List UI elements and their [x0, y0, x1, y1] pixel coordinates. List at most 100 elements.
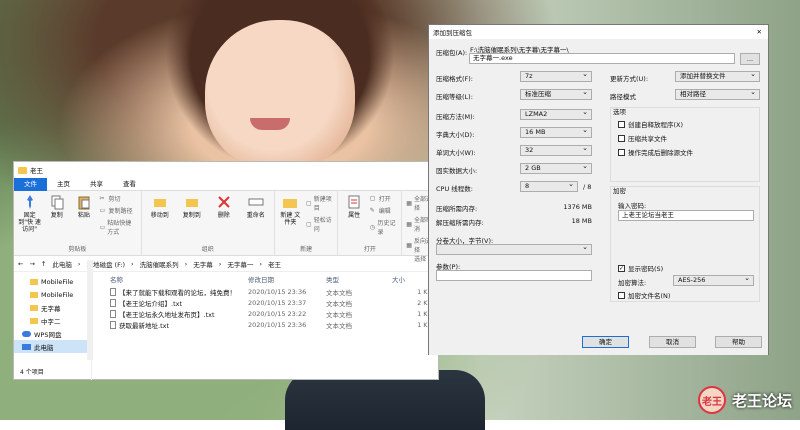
up-arrow-icon[interactable]: ↑	[41, 260, 46, 268]
paste-shortcut-button[interactable]: ▭ 粘贴快捷方式	[99, 218, 136, 236]
encrypt-method-select[interactable]: AES-256	[673, 274, 754, 286]
folder-icon	[30, 317, 38, 324]
file-row[interactable]: 【老王论坛介绍】.txt 2020/10/15 23:37 文本文档 2 KB	[110, 297, 438, 308]
move-to-button[interactable]: 移动到	[146, 194, 174, 219]
properties-button[interactable]: 属性	[342, 194, 365, 236]
encrypt-method-label: 加密算法:	[618, 279, 647, 287]
file-row[interactable]: 【来了就能下载和观看的论坛，纯免费！ 2020/10/15 23:36 文本文档…	[110, 286, 438, 297]
nav-item-wps-drive[interactable]: WPS网盘	[14, 327, 91, 340]
shared-files-checkbox[interactable]: 压缩共享文件	[618, 133, 667, 143]
method-select[interactable]: LZMA2	[520, 108, 592, 120]
ok-button[interactable]: 确定	[582, 336, 629, 348]
folder-icon	[18, 166, 27, 174]
address-bar[interactable]: ← → ↑ 此电脑 › 本地磁盘 (F:) › 洗脑催眠系列 › 无字幕 › 无字幕一 ›…	[14, 256, 438, 272]
dict-label: 字典大小(D):	[436, 131, 475, 139]
column-type[interactable]: 类型	[326, 274, 392, 284]
password-label: 输入密码:	[618, 202, 647, 210]
browse-button[interactable]: ...	[740, 53, 760, 65]
nav-item-chinese-sub[interactable]: 中字二	[14, 314, 91, 327]
rename-button[interactable]: 重命名	[242, 194, 270, 219]
nav-item-this-pc[interactable]: 此电脑	[14, 340, 91, 353]
column-date[interactable]: 修改日期	[248, 274, 326, 284]
text-file-icon	[110, 298, 116, 307]
level-select[interactable]: 标准压缩	[520, 88, 592, 100]
breadcrumb-pc[interactable]: 此电脑	[52, 259, 72, 269]
copy-path-button[interactable]: ▭ 复制路径	[99, 206, 136, 215]
file-list: 名称 修改日期 类型 大小 【来了就能下载和观看的论坛，纯免费！ 2020/10…	[92, 272, 438, 380]
photo-face	[205, 20, 355, 170]
folder-icon	[30, 278, 38, 285]
show-password-checkbox[interactable]: ✓ 显示密码(S)	[618, 263, 663, 273]
options-group: 选项 创建自释放程序(X) 压缩共享文件 操作完成后删除源文件	[610, 107, 760, 182]
nav-item-mobilefile-2[interactable]: MobileFile	[14, 288, 91, 301]
format-select[interactable]: 7z	[520, 70, 592, 82]
word-select[interactable]: 32	[520, 144, 592, 156]
sfx-checkbox[interactable]: 创建自释放程序(X)	[618, 119, 683, 129]
tab-view[interactable]: 查看	[113, 178, 146, 191]
copy-button[interactable]: 复制	[45, 194, 68, 236]
new-folder-button[interactable]: 新建 文件夹	[279, 194, 302, 233]
mem-compress-label: 压缩所需内存:	[436, 205, 478, 213]
archive-name-input[interactable]: 无字幕一.exe	[469, 53, 735, 64]
tab-home[interactable]: 主页	[47, 178, 80, 191]
path-label: 路径模式	[610, 93, 636, 101]
threads-label: CPU 线程数:	[436, 185, 473, 193]
text-file-icon	[110, 320, 116, 329]
breadcrumb-nosub-one[interactable]: 无字幕一	[227, 259, 253, 269]
forum-logo-icon: 老王	[697, 386, 726, 414]
column-name[interactable]: 名称	[110, 274, 248, 284]
open-button[interactable]: ▢ 打开	[370, 194, 397, 203]
new-item-icon: ▢	[306, 199, 312, 207]
encryption-title: 加密	[613, 187, 626, 195]
split-select[interactable]	[436, 243, 592, 255]
select-all-icon: ▦	[406, 199, 412, 207]
invert-selection-icon: ▦	[406, 241, 412, 249]
nav-item-nosub[interactable]: 无字幕	[14, 301, 91, 314]
new-item-button[interactable]: ▢ 新建项目	[306, 194, 333, 212]
text-file-icon	[110, 287, 116, 296]
archive-label: 压缩包(A):	[436, 49, 468, 57]
navigation-scrollbar[interactable]	[87, 260, 93, 360]
back-arrow-icon[interactable]: ←	[18, 260, 23, 268]
file-row[interactable]: 获取最新地址.txt 2020/10/15 23:36 文本文档 1 KB	[110, 319, 438, 330]
easy-access-button[interactable]: ▢ 轻松访问	[306, 215, 333, 233]
password-input[interactable]: 上老王论坛当老王	[618, 210, 754, 221]
path-select[interactable]: 相对路径	[675, 88, 760, 100]
pin-quick-access-button[interactable]: 固定到"快 速访问"	[18, 194, 41, 236]
format-label: 压缩格式(F):	[436, 75, 474, 83]
copy-icon	[51, 195, 64, 210]
properties-icon	[348, 195, 360, 209]
breadcrumb-laowang[interactable]: 老王	[268, 259, 281, 269]
solid-label: 固实数据大小:	[436, 167, 478, 175]
breadcrumb-series[interactable]: 洗脑催眠系列	[140, 259, 179, 269]
tab-share[interactable]: 共享	[80, 178, 113, 191]
move-icon	[153, 199, 166, 207]
update-select[interactable]: 添加并替换文件	[675, 70, 760, 82]
cancel-button[interactable]: 取消	[649, 336, 696, 348]
column-size[interactable]: 大小	[392, 274, 432, 284]
help-button[interactable]: 帮助	[715, 336, 762, 348]
threads-select[interactable]: 8	[520, 180, 578, 192]
tab-file[interactable]: 文件	[14, 177, 47, 191]
forward-arrow-icon[interactable]: →	[29, 260, 34, 268]
solid-select[interactable]: 2 GB	[520, 162, 592, 174]
breadcrumb-nosub[interactable]: 无字幕	[193, 259, 213, 269]
encrypt-names-checkbox[interactable]: 加密文件名(N)	[618, 290, 670, 300]
cut-button[interactable]: ✂ 剪切	[99, 194, 136, 203]
edit-button[interactable]: ✎ 编辑	[370, 206, 397, 215]
dict-select[interactable]: 16 MB	[520, 126, 592, 138]
close-icon[interactable]: ✕	[728, 28, 768, 36]
delete-button[interactable]: 删除	[210, 194, 238, 219]
nav-item-mobilefile[interactable]: MobileFile	[14, 275, 91, 288]
delete-after-checkbox[interactable]: 操作完成后删除源文件	[618, 147, 693, 157]
history-button[interactable]: ◷ 历史记录	[370, 218, 397, 236]
copy-to-button[interactable]: 复制到	[178, 194, 206, 219]
new-folder-icon	[283, 199, 298, 208]
options-title: 选项	[613, 108, 626, 116]
file-row[interactable]: 【老王论坛永久地址发布页】.txt 2020/10/15 23:22 文本文档 …	[110, 308, 438, 319]
status-bar: 4 个项目	[20, 369, 44, 376]
params-input[interactable]	[436, 270, 592, 281]
watermark-text: 老王论坛	[731, 391, 792, 410]
paste-button[interactable]: 粘贴	[72, 194, 95, 236]
copy-to-icon	[185, 199, 198, 207]
